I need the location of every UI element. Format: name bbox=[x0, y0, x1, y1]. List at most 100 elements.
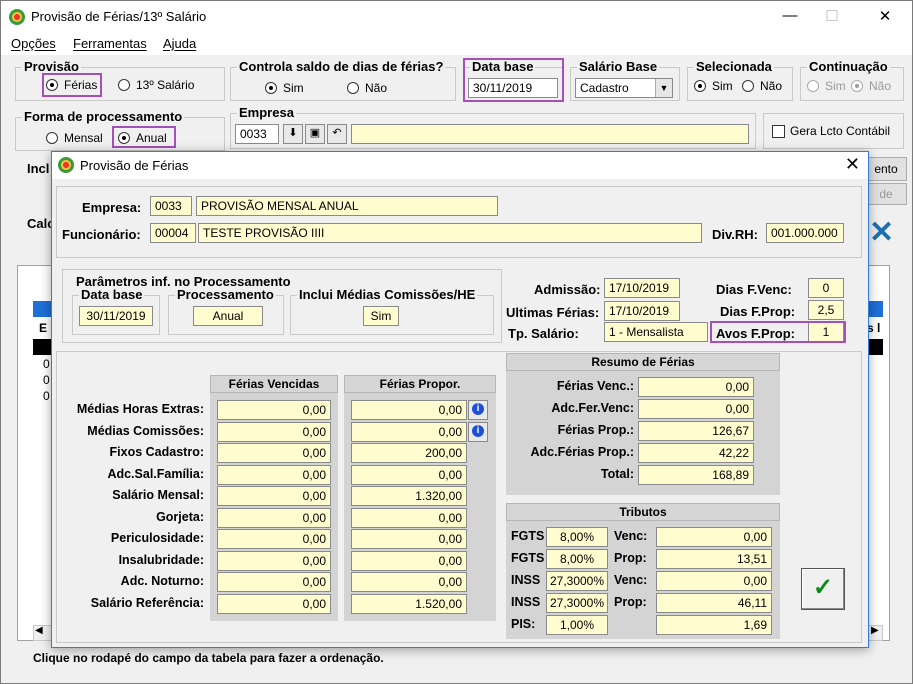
row-label: Médias Comissões: bbox=[87, 424, 204, 438]
row-label: Salário Mensal: bbox=[112, 488, 204, 502]
controla-saldo-group: Controla saldo de dias de férias? Sim Nã… bbox=[230, 59, 456, 101]
selecionada-group: Selecionada Sim Não bbox=[687, 59, 793, 101]
ok-check-icon[interactable]: ✓ bbox=[801, 568, 845, 610]
empresa-group: Empresa 0033 ⬇ ▣ ↶ bbox=[230, 105, 756, 149]
propor-value-field: 0,00 bbox=[351, 529, 467, 549]
param-medias-field: Sim bbox=[363, 306, 399, 326]
forma-processamento-label: Forma de processamento bbox=[22, 109, 185, 124]
partial-button-ento[interactable]: ento bbox=[865, 157, 907, 181]
vencidas-value-field: 0,00 bbox=[217, 508, 331, 528]
partial-button-de[interactable]: de bbox=[865, 183, 907, 205]
download-icon[interactable]: ⬇ bbox=[283, 124, 303, 144]
radio-13-salario[interactable]: 13º Salário bbox=[118, 78, 194, 92]
info-icon[interactable] bbox=[468, 400, 488, 420]
tributo-name: FGTS bbox=[511, 529, 545, 543]
radio-selecionada-nao[interactable]: Não bbox=[742, 79, 782, 93]
param-medias-group: Inclui Médias Comissões/HE Sim bbox=[290, 287, 494, 335]
resumo-value-field: 126,67 bbox=[638, 421, 754, 441]
row-label: Salário Referência: bbox=[90, 596, 204, 610]
incl-partial-label: Incl bbox=[27, 161, 50, 176]
propor-value-field: 0,00 bbox=[351, 508, 467, 528]
close-icon[interactable]: ✕ bbox=[870, 7, 900, 25]
resumo-label: Adc.Férias Prop.: bbox=[530, 445, 635, 459]
dialog-close-icon[interactable]: ✕ bbox=[845, 154, 860, 175]
table-col-right: s l bbox=[867, 321, 881, 335]
tp-salario-field: 1 - Mensalista bbox=[604, 322, 708, 342]
divrh-field: 001.000.000 bbox=[766, 223, 844, 243]
propor-value-field: 0,00 bbox=[351, 400, 467, 420]
row-label: Adc.Sal.Família: bbox=[107, 467, 204, 481]
tributo-kind: Prop: bbox=[614, 551, 647, 565]
col-ferias-vencidas: Férias Vencidas bbox=[210, 375, 338, 393]
scroll-left-icon[interactable]: ◀ bbox=[35, 625, 43, 636]
minimize-icon[interactable]: — bbox=[775, 7, 805, 24]
tributo-pct-field: 27,3000% bbox=[546, 571, 608, 591]
table-header-left bbox=[33, 301, 53, 317]
search-icon[interactable]: ▣ bbox=[305, 124, 325, 144]
row-label: Adc. Noturno: bbox=[120, 574, 204, 588]
highlight-anual bbox=[112, 126, 176, 148]
continuacao-group: Continuação Sim Não bbox=[800, 59, 904, 101]
menu-ajuda[interactable]: Ajuda bbox=[163, 36, 196, 51]
propor-value-field: 0,00 bbox=[351, 465, 467, 485]
dialog-title: Provisão de Férias bbox=[80, 158, 189, 173]
resumo-label: Férias Prop.: bbox=[557, 423, 634, 437]
tributo-pct-field: 27,3000% bbox=[546, 593, 608, 613]
highlight-avos bbox=[710, 321, 846, 343]
menu-bar: Opções Ferramentas Ajuda bbox=[1, 33, 912, 55]
radio-controla-nao[interactable]: Não bbox=[347, 81, 387, 95]
app-icon bbox=[9, 9, 25, 25]
provisao-label: Provisão bbox=[22, 59, 81, 74]
tributo-name: INSS bbox=[511, 573, 541, 587]
table-row: 0 bbox=[43, 389, 50, 403]
menu-ferramentas[interactable]: Ferramentas bbox=[73, 36, 147, 51]
radio-continuacao-sim[interactable]: Sim bbox=[807, 79, 846, 93]
propor-value-field: 0,00 bbox=[351, 422, 467, 442]
highlight-ferias bbox=[42, 73, 102, 97]
gera-lcto-label: Gera Lcto Contábil bbox=[790, 124, 891, 138]
exit-x-icon[interactable]: ✕ bbox=[869, 218, 901, 248]
tributo-kind: Venc: bbox=[614, 573, 648, 587]
tributo-value-field: 0,00 bbox=[656, 527, 772, 547]
continuacao-label: Continuação bbox=[807, 59, 890, 74]
row-label: Periculosidade: bbox=[110, 531, 204, 545]
admissao-field: 17/10/2019 bbox=[604, 278, 680, 298]
tributo-value-field: 1,69 bbox=[656, 615, 772, 635]
undo-icon[interactable]: ↶ bbox=[327, 124, 347, 144]
provisao-ferias-dialog: Provisão de Férias ✕ Empresa: 0033 PROVI… bbox=[51, 151, 869, 648]
tributo-value-field: 13,51 bbox=[656, 549, 772, 569]
info-icon[interactable] bbox=[468, 422, 488, 442]
vencidas-value-field: 0,00 bbox=[217, 551, 331, 571]
tributo-pct-field: 8,00% bbox=[546, 549, 608, 569]
resumo-value-field: 168,89 bbox=[638, 465, 754, 485]
radio-controla-sim[interactable]: Sim bbox=[265, 81, 304, 95]
empresa-name-input[interactable] bbox=[351, 124, 749, 144]
chevron-down-icon[interactable]: ▼ bbox=[655, 79, 672, 97]
controla-saldo-label: Controla saldo de dias de férias? bbox=[237, 59, 446, 74]
gera-lcto-checkbox[interactable] bbox=[772, 125, 785, 138]
menu-opcoes[interactable]: Opções bbox=[11, 36, 56, 51]
maximize-icon[interactable]: ☐ bbox=[817, 7, 847, 25]
vencidas-value-field: 0,00 bbox=[217, 400, 331, 420]
gera-lcto-group: Gera Lcto Contábil bbox=[763, 113, 904, 149]
empresa-code-input[interactable]: 0033 bbox=[235, 124, 279, 144]
selected-row-left bbox=[33, 339, 53, 355]
resumo-title: Resumo de Férias bbox=[506, 353, 780, 371]
ultimas-ferias-field: 17/10/2019 bbox=[604, 301, 680, 321]
radio-selecionada-sim[interactable]: Sim bbox=[694, 79, 733, 93]
radio-mensal[interactable]: Mensal bbox=[46, 131, 103, 145]
empresa-name-field: PROVISÃO MENSAL ANUAL bbox=[196, 196, 498, 216]
tributo-kind: Prop: bbox=[614, 595, 647, 609]
param-data-base-group: Data base 30/11/2019 bbox=[72, 287, 160, 335]
empresa-label: Empresa bbox=[237, 105, 296, 120]
status-text: Clique no rodapé do campo da tabela para… bbox=[33, 651, 384, 665]
resumo-value-field: 0,00 bbox=[638, 377, 754, 397]
param-medias-label: Inclui Médias Comissões/HE bbox=[297, 287, 478, 302]
resumo-label: Férias Venc.: bbox=[556, 379, 634, 393]
resumo-value-field: 0,00 bbox=[638, 399, 754, 419]
propor-value-field: 1.520,00 bbox=[351, 594, 467, 614]
scroll-right-icon[interactable]: ▶ bbox=[871, 625, 879, 636]
radio-continuacao-nao[interactable]: Não bbox=[851, 79, 891, 93]
tributo-name: INSS bbox=[511, 595, 541, 609]
tributo-kind: Venc: bbox=[614, 529, 648, 543]
